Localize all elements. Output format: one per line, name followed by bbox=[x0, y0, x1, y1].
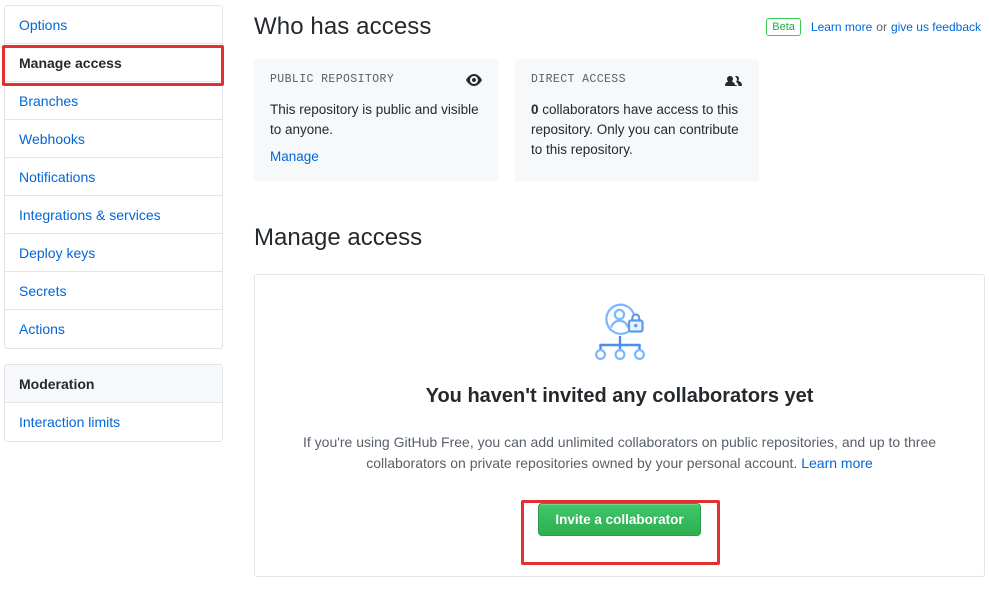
collaborator-count: 0 bbox=[531, 102, 539, 117]
eye-icon bbox=[466, 72, 482, 88]
section-title-manage-access: Manage access bbox=[254, 182, 985, 252]
settings-sidebar: Options Manage access Branches Webhooks … bbox=[4, 5, 223, 442]
public-repository-card: PUBLIC REPOSITORY This repository is pub… bbox=[254, 59, 498, 182]
public-repository-description: This repository is public and visible to… bbox=[270, 100, 482, 140]
moderation-menu-group: Moderation Interaction limits bbox=[4, 364, 223, 442]
card-header: DIRECT ACCESS bbox=[531, 73, 743, 88]
sidebar-item-actions[interactable]: Actions bbox=[5, 310, 222, 348]
sidebar-item-integrations-services[interactable]: Integrations & services bbox=[5, 196, 222, 234]
collaborators-lock-illustration bbox=[255, 301, 984, 367]
sidebar-item-branches[interactable]: Branches bbox=[5, 82, 222, 120]
sidebar-item-deploy-keys[interactable]: Deploy keys bbox=[5, 234, 222, 272]
blankslate-learn-more-link[interactable]: Learn more bbox=[801, 455, 873, 471]
settings-menu-group: Options Manage access Branches Webhooks … bbox=[4, 5, 223, 349]
sidebar-item-manage-access[interactable]: Manage access bbox=[5, 44, 222, 82]
manage-visibility-link[interactable]: Manage bbox=[270, 149, 319, 164]
blankslate-description: If you're using GitHub Free, you can add… bbox=[295, 432, 945, 474]
sidebar-group-spacer bbox=[4, 349, 223, 364]
card-header: PUBLIC REPOSITORY bbox=[270, 73, 482, 88]
sidebar-header-moderation: Moderation bbox=[5, 365, 222, 403]
public-repository-label: PUBLIC REPOSITORY bbox=[270, 73, 394, 86]
sidebar-item-secrets[interactable]: Secrets bbox=[5, 272, 222, 310]
people-icon bbox=[725, 72, 743, 88]
sidebar-item-interaction-limits[interactable]: Interaction limits bbox=[5, 403, 222, 441]
blankslate-title: You haven't invited any collaborators ye… bbox=[255, 385, 984, 408]
beta-info-row: Beta Learn more or give us feedback bbox=[766, 18, 981, 36]
invite-collaborator-button[interactable]: Invite a collaborator bbox=[538, 503, 700, 536]
direct-access-card: DIRECT ACCESS 0 collaborators have acces… bbox=[515, 59, 759, 182]
beta-badge: Beta bbox=[766, 18, 801, 36]
direct-access-description: 0 collaborators have access to this repo… bbox=[531, 100, 743, 160]
collaborators-blankslate: You haven't invited any collaborators ye… bbox=[254, 274, 985, 577]
settings-page: Options Manage access Branches Webhooks … bbox=[0, 0, 989, 593]
sidebar-item-webhooks[interactable]: Webhooks bbox=[5, 120, 222, 158]
main-content: Who has access Beta Learn more or give u… bbox=[254, 0, 985, 577]
give-feedback-link[interactable]: give us feedback bbox=[891, 20, 981, 34]
link-separator: or bbox=[876, 20, 887, 34]
direct-access-label: DIRECT ACCESS bbox=[531, 73, 626, 86]
learn-more-link[interactable]: Learn more bbox=[811, 20, 872, 34]
collaborator-text: collaborators have access to this reposi… bbox=[531, 102, 739, 157]
sidebar-item-options[interactable]: Options bbox=[5, 6, 222, 44]
access-cards: PUBLIC REPOSITORY This repository is pub… bbox=[254, 59, 985, 182]
sidebar-item-notifications[interactable]: Notifications bbox=[5, 158, 222, 196]
